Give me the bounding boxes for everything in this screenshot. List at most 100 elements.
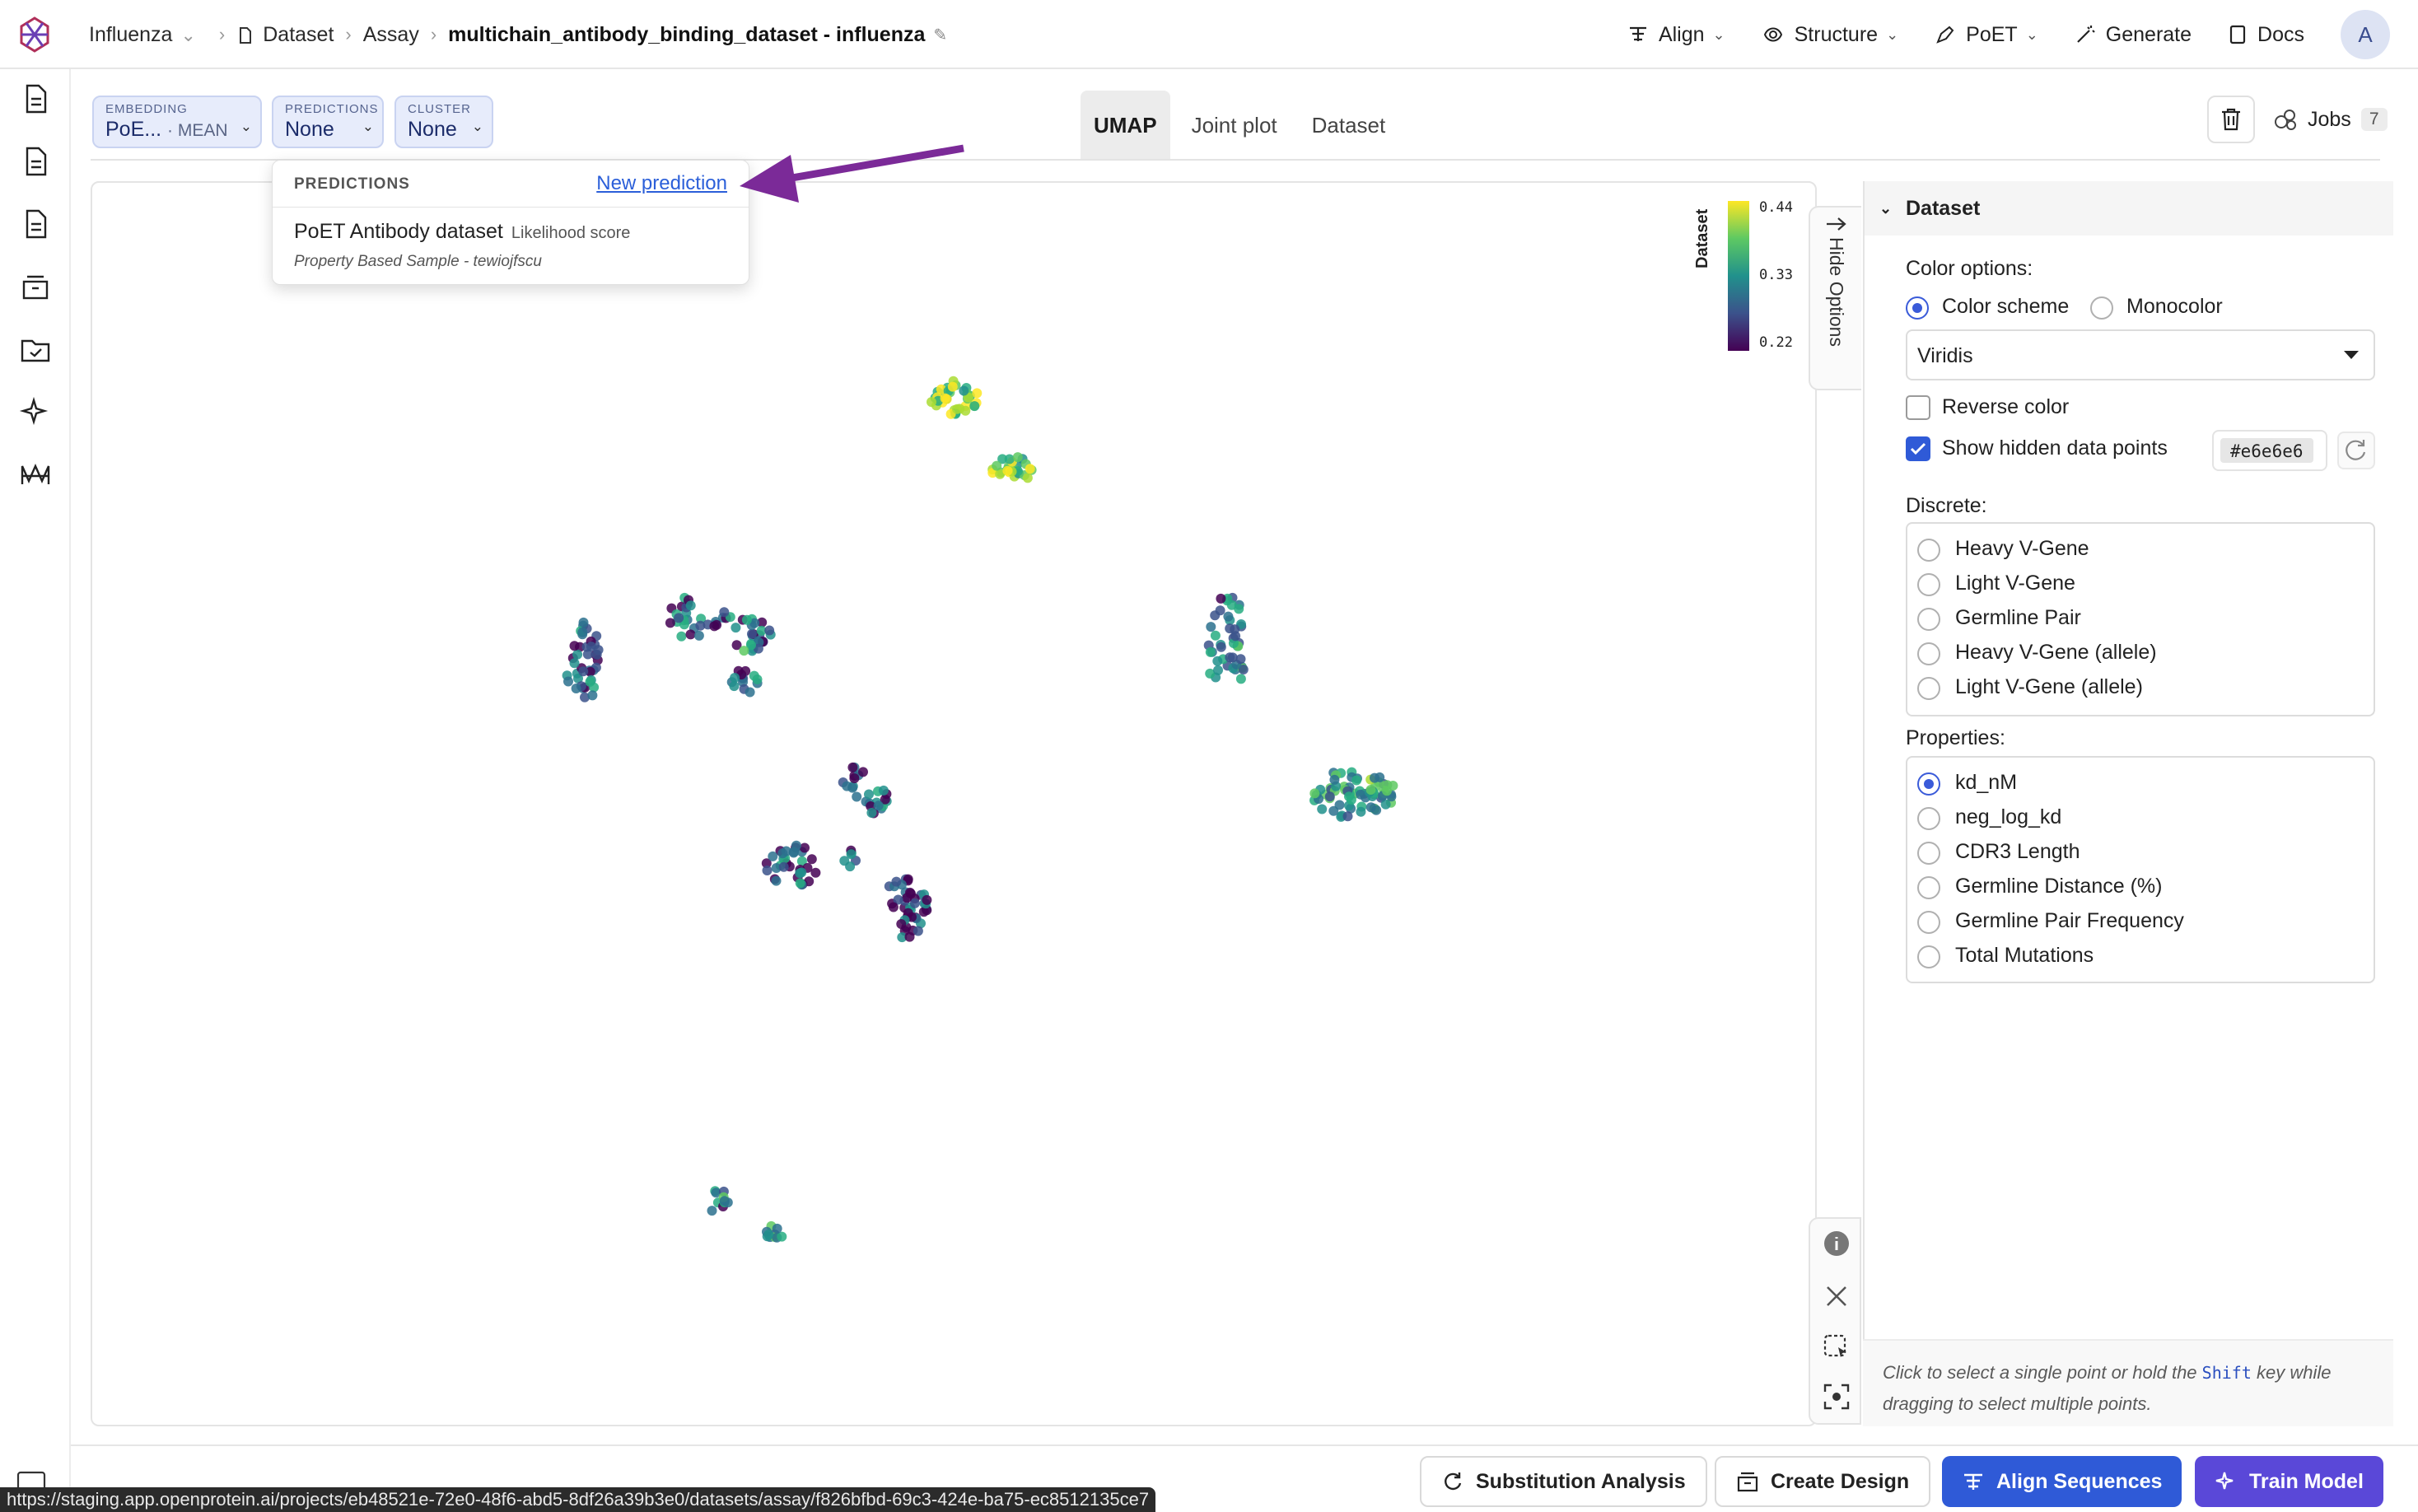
nav-generate[interactable]: Generate <box>2075 23 2192 47</box>
data-point[interactable] <box>1213 665 1223 675</box>
data-point[interactable] <box>719 1196 730 1206</box>
data-point[interactable] <box>952 404 963 414</box>
document-icon[interactable] <box>19 145 52 178</box>
data-point[interactable] <box>904 931 915 942</box>
data-point[interactable] <box>569 658 580 669</box>
prediction-item[interactable]: PoET Antibody dataset Likelihood score <box>294 220 630 244</box>
data-point[interactable] <box>1309 788 1320 799</box>
property-radio[interactable] <box>1917 772 1940 796</box>
data-point[interactable] <box>864 789 874 800</box>
data-point[interactable] <box>795 868 805 879</box>
align-sequences-button[interactable]: Align Sequences <box>1942 1456 2182 1507</box>
data-point[interactable] <box>587 690 598 701</box>
data-point[interactable] <box>586 642 596 652</box>
data-point[interactable] <box>1205 646 1216 657</box>
data-point[interactable] <box>1230 631 1241 642</box>
app-logo-icon[interactable] <box>15 15 54 54</box>
data-point[interactable] <box>878 785 889 796</box>
data-point[interactable] <box>571 684 581 693</box>
discrete-item[interactable]: Heavy V-Gene <box>1955 537 2089 561</box>
data-point[interactable] <box>768 851 778 861</box>
scatter-points[interactable] <box>562 376 1398 1243</box>
data-point[interactable] <box>960 405 971 416</box>
tab-dataset[interactable]: Dataset <box>1299 91 1399 160</box>
nav-structure[interactable]: Structure ⌄ <box>1762 23 1898 47</box>
data-point[interactable] <box>852 791 862 802</box>
avatar[interactable]: A <box>2341 10 2390 59</box>
jobs-button[interactable]: Jobs 7 <box>2273 96 2388 143</box>
property-item[interactable]: CDR3 Length <box>1955 840 2080 864</box>
info-icon[interactable] <box>1822 1229 1851 1258</box>
data-point[interactable] <box>719 607 730 618</box>
data-point[interactable] <box>845 861 856 872</box>
data-point[interactable] <box>992 460 1002 471</box>
data-point[interactable] <box>1334 800 1345 810</box>
data-point[interactable] <box>1206 622 1216 632</box>
data-point[interactable] <box>922 894 932 905</box>
data-point[interactable] <box>778 861 789 872</box>
crumb-assay[interactable]: Assay <box>363 23 419 47</box>
data-point[interactable] <box>1329 774 1340 785</box>
data-point[interactable] <box>891 876 902 887</box>
data-point[interactable] <box>866 808 877 818</box>
property-radio[interactable] <box>1917 876 1940 899</box>
cluster-select[interactable]: CLUSTER None ⌄ <box>394 96 493 148</box>
data-point[interactable] <box>969 401 980 412</box>
data-point[interactable] <box>791 840 801 851</box>
hide-options-toggle[interactable]: Hide Options <box>1809 206 1861 390</box>
data-point[interactable] <box>707 1206 717 1216</box>
data-point[interactable] <box>1216 593 1226 604</box>
data-point[interactable] <box>1365 802 1376 813</box>
data-point[interactable] <box>1356 806 1366 817</box>
property-item[interactable]: kd_nM <box>1955 771 2017 795</box>
data-point[interactable] <box>731 623 741 633</box>
umap-plot[interactable] <box>91 181 1817 1426</box>
data-point[interactable] <box>563 676 573 687</box>
data-point[interactable] <box>800 842 810 853</box>
data-point[interactable] <box>763 1230 774 1239</box>
data-point[interactable] <box>572 649 583 660</box>
property-item[interactable]: neg_log_kd <box>1955 805 2061 829</box>
create-design-button[interactable]: Create Design <box>1715 1456 1931 1507</box>
discrete-radio[interactable] <box>1917 677 1940 700</box>
hidden-color-input[interactable]: #e6e6e6 <box>2212 430 2327 471</box>
substitution-analysis-button[interactable]: Substitution Analysis <box>1420 1456 1707 1507</box>
discrete-item[interactable]: Light V-Gene (allele) <box>1955 675 2143 699</box>
property-radio[interactable] <box>1917 842 1940 865</box>
data-point[interactable] <box>1234 604 1244 614</box>
data-point[interactable] <box>747 628 757 639</box>
lasso-select-icon[interactable] <box>1822 1332 1851 1362</box>
edit-pencil-icon[interactable]: ✎ <box>933 25 947 45</box>
data-point[interactable] <box>927 397 936 408</box>
data-point[interactable] <box>762 866 773 875</box>
discrete-item[interactable]: Light V-Gene <box>1955 572 2075 595</box>
archive-icon[interactable] <box>19 270 52 303</box>
data-point[interactable] <box>1344 791 1354 802</box>
train-model-button[interactable]: Train Model <box>2195 1456 2383 1507</box>
data-point[interactable] <box>1210 610 1221 621</box>
reset-view-icon[interactable] <box>1822 1382 1851 1412</box>
palette-select[interactable]: Viridis <box>1906 329 2375 380</box>
data-point[interactable] <box>1002 465 1013 476</box>
data-point[interactable] <box>745 687 755 698</box>
data-point[interactable] <box>847 782 858 793</box>
data-point[interactable] <box>847 762 858 772</box>
nav-align[interactable]: Align ⌄ <box>1627 23 1725 47</box>
collapse-icon[interactable] <box>16 1471 46 1487</box>
data-point[interactable] <box>685 629 696 640</box>
data-point[interactable] <box>1216 642 1226 652</box>
crumb-dataset[interactable]: Dataset <box>236 23 334 47</box>
embedding-select[interactable]: EMBEDDING PoE... · MEAN ⌄ <box>92 96 262 148</box>
folder-check-icon[interactable] <box>19 333 52 366</box>
discrete-item[interactable]: Heavy V-Gene (allele) <box>1955 641 2157 665</box>
data-point[interactable] <box>693 630 704 641</box>
data-point[interactable] <box>972 388 983 399</box>
document-icon[interactable] <box>19 208 52 240</box>
data-point[interactable] <box>846 849 857 860</box>
data-point[interactable] <box>674 613 684 623</box>
data-point[interactable] <box>1356 789 1366 800</box>
data-point[interactable] <box>1342 811 1353 822</box>
data-point[interactable] <box>1235 654 1246 665</box>
property-item[interactable]: Germline Pair Frequency <box>1955 909 2184 933</box>
data-point[interactable] <box>849 773 860 784</box>
